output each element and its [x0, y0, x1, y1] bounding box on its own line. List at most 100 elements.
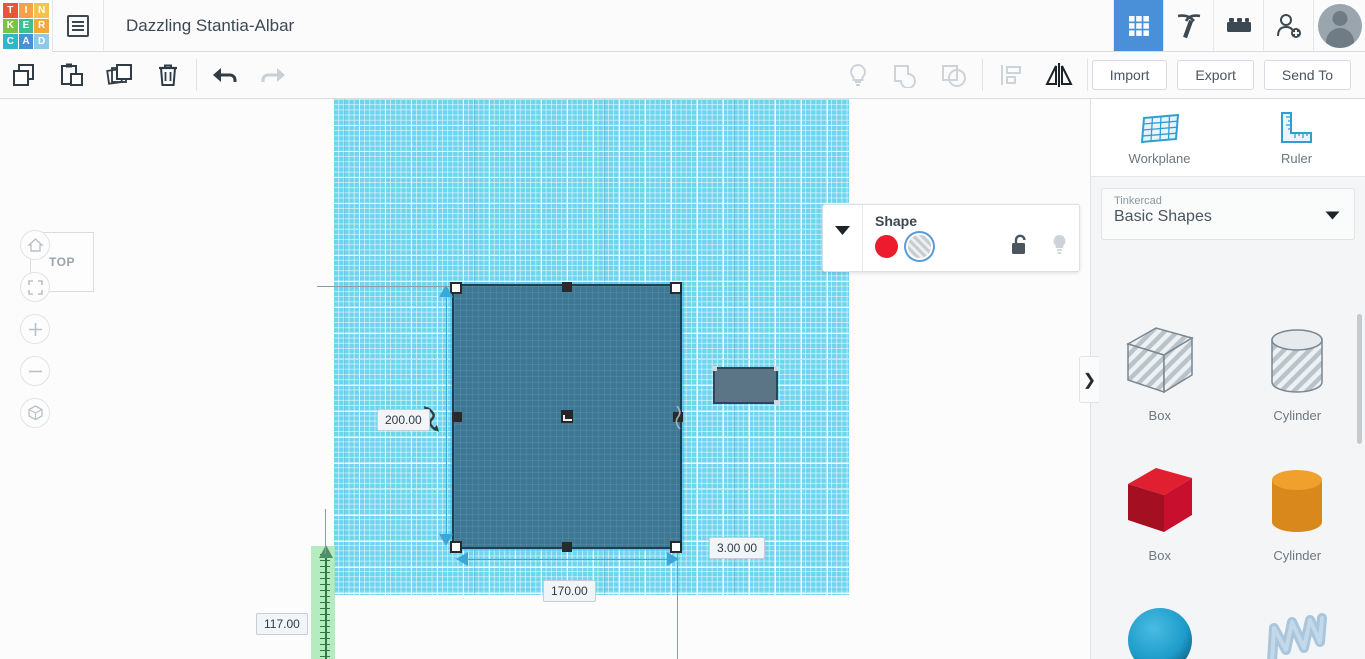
width-arrow-line — [466, 559, 671, 560]
library-group-label: Tinkercad — [1114, 195, 1162, 207]
solid-color-swatch[interactable] — [875, 235, 898, 258]
secondary-shape[interactable] — [712, 366, 779, 405]
align-button[interactable] — [987, 52, 1035, 99]
shape-box-hole[interactable]: Box — [1091, 308, 1229, 448]
add-person-icon-button[interactable] — [1263, 0, 1313, 51]
height-arrow-up[interactable] — [439, 285, 453, 297]
shape-library-select[interactable]: Tinkercad Basic Shapes — [1101, 188, 1355, 240]
lightbulb-icon[interactable] — [1050, 233, 1069, 256]
logo-tile-t: T — [3, 3, 18, 18]
top-icon-group — [1113, 0, 1313, 51]
scribble-thumbnail — [1267, 613, 1328, 659]
ruler-ticks-y — [320, 554, 330, 659]
shape-center-marker[interactable] — [561, 410, 573, 423]
pickaxe-icon — [1177, 13, 1200, 38]
lightbulb-icon — [849, 63, 866, 86]
logo-tile-k: K — [3, 18, 18, 34]
redo-arrow-icon — [261, 68, 285, 82]
shape-panel-collapse-button[interactable] — [823, 205, 863, 271]
ruler-tool[interactable]: Ruler — [1228, 99, 1365, 176]
mirror-button[interactable] — [1035, 52, 1083, 99]
shape-cylinder-hole[interactable]: Cylinder — [1229, 308, 1365, 448]
shape-corner-handle[interactable] — [774, 366, 779, 371]
export-button[interactable]: Export — [1177, 60, 1254, 90]
copy-button[interactable] — [0, 52, 48, 99]
cylinder-orange-thumbnail — [1272, 470, 1323, 532]
home-view-button[interactable] — [20, 230, 50, 260]
ortho-perspective-icon — [27, 405, 43, 421]
edit-toolbar: Import Export Send To — [0, 52, 1365, 99]
mirror-icon — [1045, 63, 1073, 87]
logo-tile-i: I — [18, 3, 34, 18]
ungroup-button[interactable] — [930, 52, 978, 99]
workplane-tool-label: Workplane — [1128, 150, 1191, 166]
hint-button[interactable] — [834, 52, 882, 99]
toolbar-divider — [196, 59, 197, 91]
shape-properties-panel: Shape — [822, 204, 1080, 272]
ungroup-shapes-icon — [941, 65, 966, 87]
design-title[interactable]: Dazzling Stantia-Albar — [104, 0, 1113, 51]
clipboard-paste-icon — [61, 63, 83, 86]
tinkercad-logo[interactable]: TIN KER CAD — [0, 0, 52, 52]
workplane-tool[interactable]: Workplane — [1091, 99, 1228, 176]
group-button[interactable] — [882, 52, 930, 99]
chevron-down-icon — [1325, 211, 1340, 220]
shape-scribble[interactable]: Scribble — [1229, 588, 1365, 659]
plus-icon — [28, 322, 42, 336]
width-arrow-left[interactable] — [456, 552, 468, 566]
shape-cylinder-orange[interactable]: Cylinder — [1229, 448, 1365, 588]
shape-box-red[interactable]: Box — [1091, 448, 1229, 588]
axis-guide-y2 — [677, 551, 678, 659]
dimension-width-label[interactable]: 170.00 — [543, 580, 596, 602]
height-arrow-down[interactable] — [439, 534, 453, 546]
zoom-out-button[interactable] — [20, 356, 50, 386]
duplicate-button[interactable] — [96, 52, 144, 99]
undo-button[interactable] — [201, 52, 249, 99]
rotate-handle-right[interactable] — [672, 404, 686, 432]
ruler-icon — [1280, 111, 1312, 143]
fit-to-view-icon — [27, 279, 43, 295]
list-document-icon — [67, 14, 89, 37]
send-to-button[interactable]: Send To — [1263, 60, 1351, 90]
group-shapes-icon — [893, 65, 916, 88]
delete-button[interactable] — [144, 52, 192, 99]
dimension-height-label[interactable]: 3.00 00 — [709, 537, 766, 559]
ruler-arrow-y[interactable] — [319, 545, 333, 558]
unlock-icon[interactable] — [1010, 234, 1030, 256]
ruler-tool-label: Ruler — [1280, 150, 1313, 166]
width-arrow-right[interactable] — [667, 552, 679, 566]
edge-handle-top[interactable] — [562, 282, 572, 292]
toolbar-divider-3 — [1086, 59, 1088, 91]
home-icon — [26, 238, 44, 252]
dimension-depth-label[interactable]: 200.00 — [377, 409, 430, 431]
duplicate-icon — [106, 64, 132, 85]
zoom-in-button[interactable] — [20, 314, 50, 344]
panel-scrollbar[interactable] — [1357, 314, 1362, 444]
import-button[interactable]: Import — [1091, 60, 1168, 90]
logo-tile-r: R — [34, 18, 49, 34]
sphere-blue-thumbnail — [1127, 608, 1192, 659]
shape-corner-handle[interactable] — [774, 400, 779, 405]
redo-button[interactable] — [249, 52, 297, 99]
lego-brick-icon-button[interactable] — [1213, 0, 1263, 51]
3d-canvas[interactable]: Workplane — [0, 99, 1090, 659]
edge-handle-bottom[interactable] — [562, 542, 572, 552]
pickaxe-icon-button[interactable] — [1163, 0, 1213, 51]
ruler-offset-y-label[interactable]: 117.00 — [256, 613, 308, 635]
edge-handle-left[interactable] — [452, 412, 462, 422]
corner-handle-tr[interactable] — [670, 282, 682, 294]
shape-sphere-blue[interactable]: Sphere — [1091, 588, 1229, 659]
projection-toggle-button[interactable] — [20, 398, 50, 428]
paste-button[interactable] — [48, 52, 96, 99]
user-account-button[interactable] — [1313, 0, 1365, 51]
panel-collapse-button[interactable]: ❯ — [1079, 356, 1099, 403]
panel-tools-row: Workplane Ruler — [1091, 99, 1365, 177]
logo-tile-d: D — [34, 34, 49, 49]
tinkercad-app: TINKERCAD Dazzling Stantia-Albar Import … — [0, 0, 1365, 659]
shape-corner-handle[interactable] — [712, 366, 717, 371]
logo-tile-e: E — [18, 18, 34, 34]
grid-gallery-icon-button[interactable] — [1113, 0, 1163, 51]
fit-view-button[interactable] — [20, 272, 50, 302]
design-list-button[interactable] — [52, 0, 104, 51]
hole-swatch[interactable] — [908, 235, 931, 258]
